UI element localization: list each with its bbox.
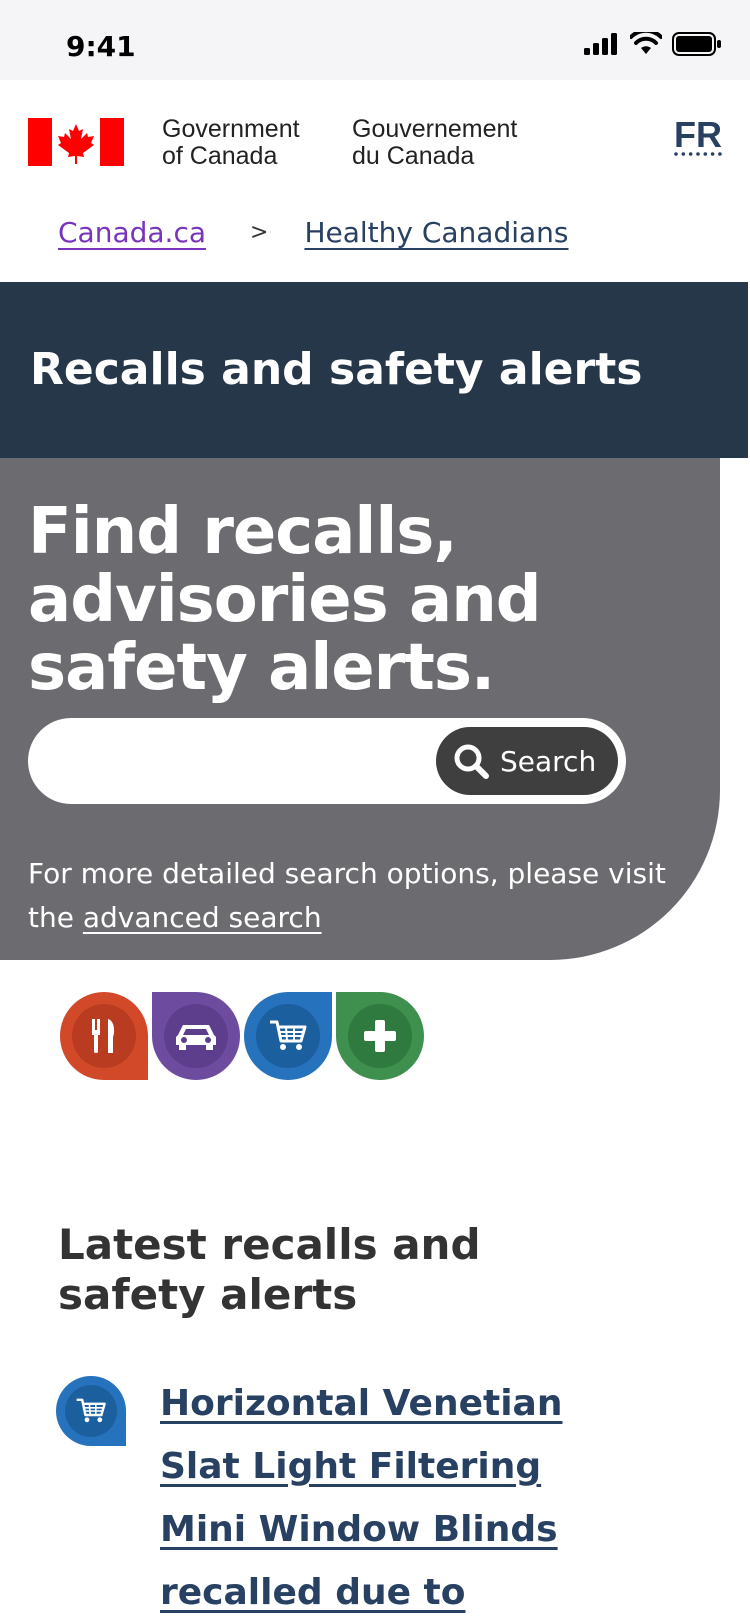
gov-name-en-line1: Government [162,115,300,143]
gov-name-fr[interactable]: Gouvernement du Canada [352,116,517,170]
search-button[interactable]: Search [436,727,618,795]
category-food[interactable] [60,992,148,1080]
page-title: Recalls and safety alerts [30,344,643,395]
status-icons [584,32,722,56]
advanced-search-link[interactable]: advanced search [83,901,322,934]
hero-heading: Find recalls, advisories and safety aler… [28,495,542,705]
latest-recalls-heading: Latest recalls and safety alerts [58,1220,481,1319]
search-input[interactable] [48,732,428,790]
category-icons [60,992,424,1080]
canada-flag-icon[interactable] [28,118,124,166]
gov-name-fr-line2: du Canada [352,142,475,170]
gov-name-en[interactable]: Government of Canada [162,116,300,170]
plus-icon [364,1020,396,1052]
gov-name-fr-line1: Gouvernement [352,115,518,143]
search-icon [454,744,489,779]
breadcrumb: Canada.ca > Healthy Canadians [58,216,569,249]
site-header: Government of Canada Gouvernement du Can… [0,80,750,280]
breadcrumb-separator: > [250,220,269,245]
advanced-search-note: For more detailed search options, please… [28,852,668,940]
battery-icon [672,32,721,56]
signal-icon [584,33,617,55]
car-icon [176,1025,216,1050]
shopping-cart-icon [76,1398,106,1423]
search-button-label: Search [500,744,597,778]
search-bar: Search [28,718,626,804]
category-consumer-products[interactable] [244,992,332,1080]
shopping-cart-icon [270,1020,307,1050]
wifi-icon [630,32,662,54]
category-vehicles[interactable] [152,992,240,1080]
hero-search-section: Find recalls, advisories and safety aler… [0,458,720,960]
recall-category-badge [56,1376,126,1446]
recall-link[interactable]: Horizontal Venetian Slat Light Filtering… [160,1372,580,1624]
status-time: 9:41 [66,30,136,63]
breadcrumb-item-canada[interactable]: Canada.ca [58,216,206,249]
category-health-products[interactable] [336,992,424,1080]
language-toggle-link[interactable]: FR [674,114,722,156]
breadcrumb-item-healthy-canadians[interactable]: Healthy Canadians [304,216,568,249]
status-bar: 9:41 [0,0,750,80]
title-banner: Recalls and safety alerts [0,282,748,458]
fork-knife-icon [92,1019,115,1053]
gov-name-en-line2: of Canada [162,142,278,170]
